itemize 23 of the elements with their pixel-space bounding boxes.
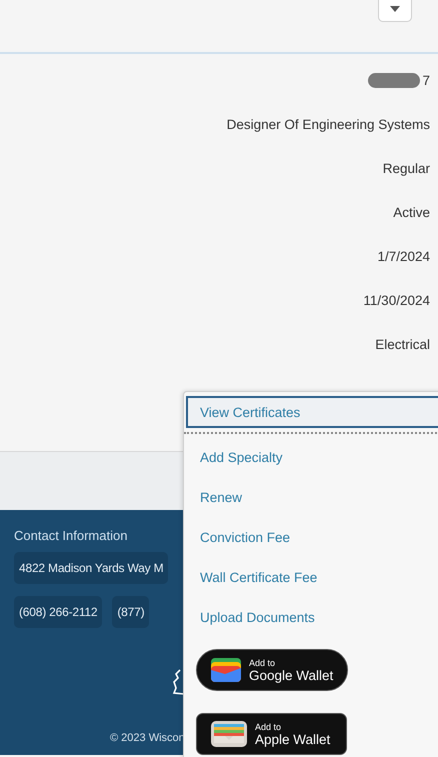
detail-value: Electrical	[375, 336, 430, 352]
phone-link[interactable]: (608) 266-2112	[14, 596, 102, 628]
menu-item[interactable]: Add Specialty	[186, 437, 438, 477]
menu-item[interactable]: Conviction Fee	[186, 517, 438, 557]
wallet-button[interactable]: Add to Google Wallet	[196, 649, 348, 691]
detail-value: Regular	[382, 160, 430, 176]
menu-item[interactable]: Wall Certificate Fee	[186, 557, 438, 597]
detail-value: 7	[422, 72, 430, 88]
phone-link[interactable]: (877)	[112, 596, 150, 628]
wallet-button[interactable]: Add to Apple Wallet	[196, 713, 348, 755]
menu-item[interactable]: Upload Documents	[186, 597, 438, 637]
dropdown-button[interactable]	[378, 0, 412, 22]
detail-value: Designer Of Engineering Systems	[226, 116, 430, 132]
menu-item[interactable]: View Certificates	[186, 396, 438, 428]
detail-value: 1/7/2024	[377, 248, 430, 264]
detail-value: Active	[393, 204, 430, 220]
wallet-icon	[211, 721, 247, 747]
wallet-icon	[211, 658, 241, 682]
detail-value: 11/30/2024	[363, 292, 430, 308]
address-text[interactable]: 4822 Madison Yards Way M	[14, 552, 168, 584]
menu-item[interactable]: Renew	[186, 477, 438, 517]
section-heading: Contact Information	[14, 528, 128, 543]
caret-icon	[390, 6, 400, 12]
